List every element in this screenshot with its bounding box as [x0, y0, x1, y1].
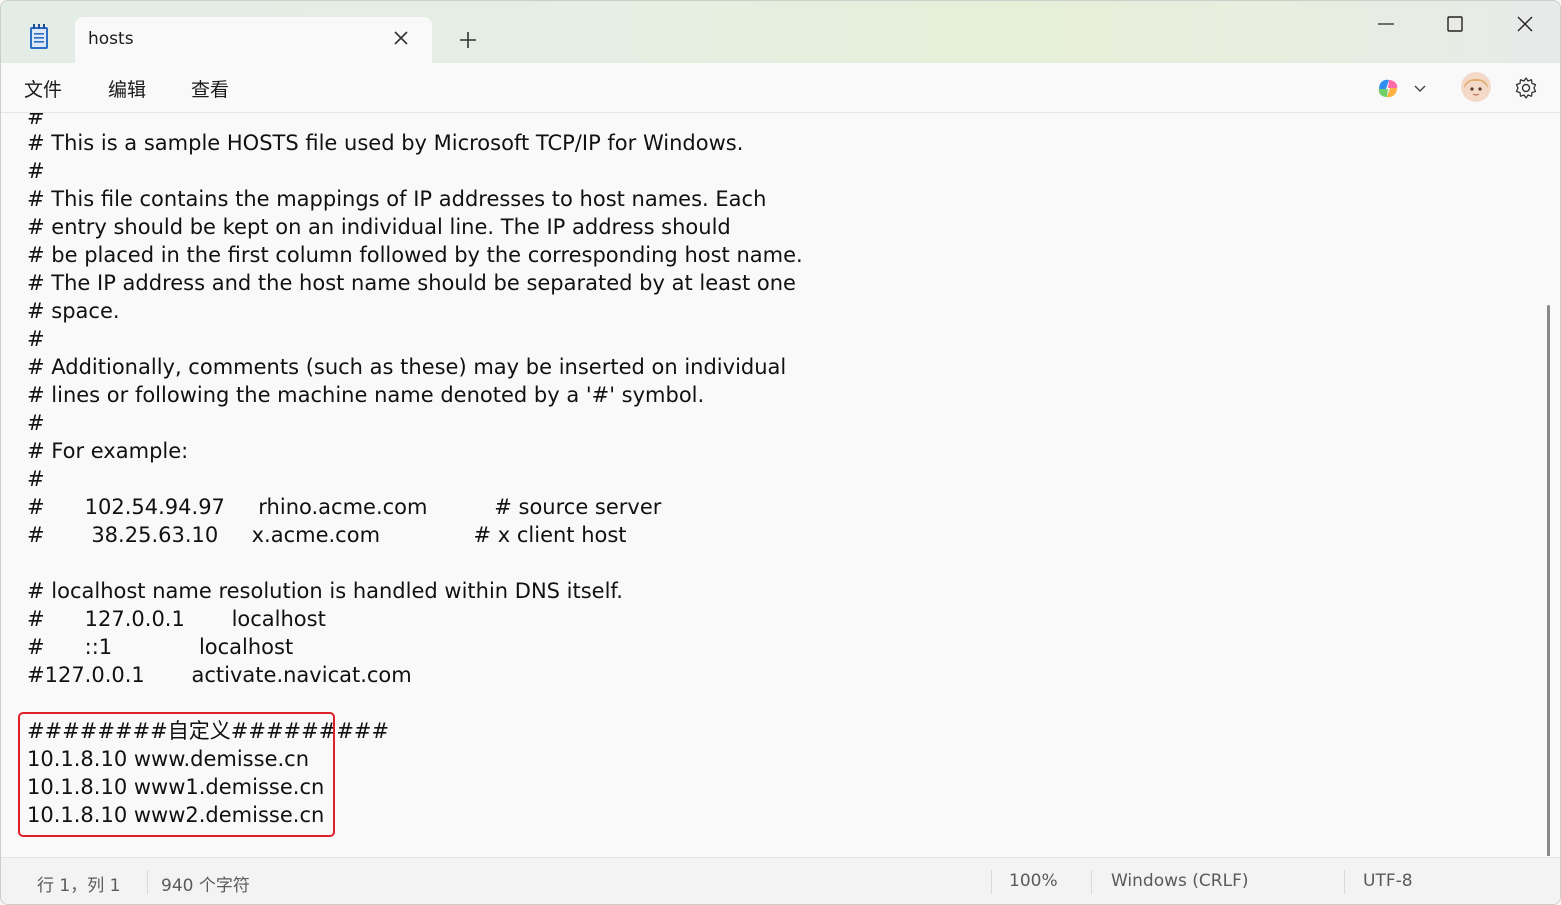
minimize-button[interactable]	[1373, 11, 1399, 37]
text-line: # localhost name resolution is handled w…	[27, 579, 623, 603]
settings-gear-icon[interactable]	[1513, 75, 1539, 101]
text-line: # For example:	[27, 439, 189, 463]
text-line: # lines or following the machine name de…	[27, 383, 705, 407]
new-tab-button[interactable]	[457, 29, 479, 51]
status-bar: 行 1，列 1 940 个字符 100% Windows (CRLF) UTF-…	[1, 857, 1560, 904]
text-line: #	[27, 327, 45, 351]
text-line: # This file contains the mappings of IP …	[27, 187, 767, 211]
char-count: 940 个字符	[161, 876, 250, 896]
status-divider	[1344, 870, 1345, 894]
red-highlight-box	[18, 712, 335, 837]
text-line: # space.	[27, 299, 120, 323]
maximize-button[interactable]	[1442, 11, 1468, 37]
notepad-app-icon	[27, 23, 51, 51]
text-line: # Additionally, comments (such as these)…	[27, 355, 787, 379]
text-line: # 127.0.0.1 localhost	[27, 607, 326, 631]
text-line: #	[27, 159, 45, 183]
vertical-scrollbar[interactable]	[1547, 305, 1550, 856]
status-divider	[1091, 870, 1092, 894]
text-line: # be placed in the first column followed…	[27, 243, 803, 267]
close-window-button[interactable]	[1512, 11, 1538, 37]
cursor-position: 行 1，列 1	[37, 876, 121, 896]
line-ending[interactable]: Windows (CRLF)	[1111, 871, 1249, 891]
notepad-window: hosts 文件 编辑 查看 # # This is a sample HOST…	[0, 0, 1561, 905]
text-line: # 102.54.94.97 rhino.acme.com # source s…	[27, 495, 662, 519]
text-line: #	[27, 467, 45, 491]
text-line: # 38.25.63.10 x.acme.com # x client host	[27, 523, 627, 547]
tab-hosts[interactable]: hosts	[75, 17, 432, 63]
chevron-down-icon[interactable]	[1412, 80, 1428, 96]
status-divider	[991, 870, 992, 894]
tab-title: hosts	[88, 29, 134, 49]
menu-file[interactable]: 文件	[24, 75, 62, 102]
close-tab-icon[interactable]	[390, 27, 412, 49]
text-line: # ::1 localhost	[27, 635, 294, 659]
encoding[interactable]: UTF-8	[1363, 871, 1413, 891]
text-line: #127.0.0.1 activate.navicat.com	[27, 663, 412, 687]
menu-view[interactable]: 查看	[191, 75, 229, 102]
menu-bar: 文件 编辑 查看	[1, 63, 1560, 113]
text-line: # This is a sample HOSTS file used by Mi…	[27, 131, 744, 155]
text-line: #	[27, 411, 45, 435]
text-line: # The IP address and the host name shoul…	[27, 271, 796, 295]
copilot-icon[interactable]	[1375, 75, 1401, 101]
text-editor[interactable]: # # This is a sample HOSTS file used by …	[1, 113, 1560, 856]
text-line: # entry should be kept on an individual …	[27, 215, 731, 239]
zoom-level[interactable]: 100%	[1009, 871, 1058, 891]
status-divider	[147, 870, 148, 894]
user-avatar[interactable]	[1461, 72, 1491, 102]
title-bar: hosts	[1, 1, 1560, 63]
menu-edit[interactable]: 编辑	[108, 75, 146, 102]
